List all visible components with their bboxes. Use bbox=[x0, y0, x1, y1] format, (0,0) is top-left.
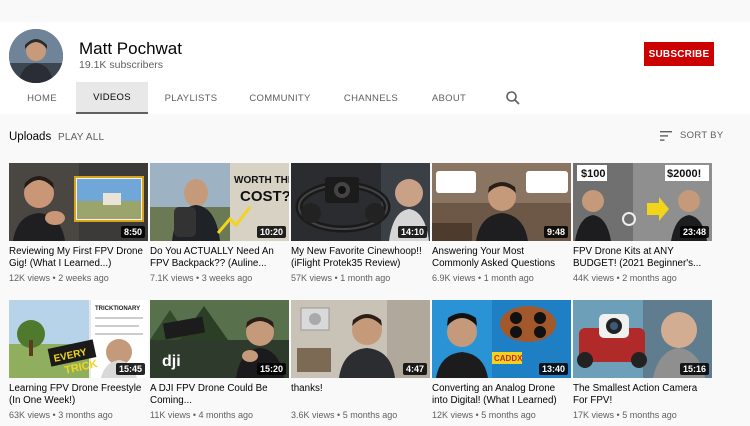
video-meta: 6.9K views • 1 month ago bbox=[432, 273, 534, 283]
video-card[interactable]: CADDX 13:40 Converting an Analog Drone i… bbox=[432, 300, 571, 420]
video-title[interactable]: A DJI FPV Drone Could Be Coming... bbox=[150, 383, 289, 407]
tab-channels[interactable]: CHANNELS bbox=[334, 82, 408, 114]
view-count: 11K views bbox=[150, 410, 191, 420]
video-meta: 11K views • 4 months ago bbox=[150, 410, 254, 420]
video-card[interactable]: 14:10 My New Favorite Cinewhoop!! (iFlig… bbox=[291, 163, 430, 283]
video-meta: 57K views • 1 month ago bbox=[291, 273, 391, 283]
video-title[interactable]: FPV Drone Kits at ANY BUDGET! (2021 Begi… bbox=[573, 246, 712, 270]
thumbnail-overlay-text: WORTH THE bbox=[234, 175, 289, 186]
subscriber-count: 19.1K subscribers bbox=[79, 59, 164, 71]
upload-age: 3 weeks ago bbox=[201, 273, 253, 283]
channel-avatar[interactable] bbox=[9, 29, 63, 83]
video-meta: 12K views • 5 months ago bbox=[432, 410, 536, 420]
video-card[interactable]: 9:48 Answering Your Most Commonly Asked … bbox=[432, 163, 571, 283]
upload-age: 2 weeks ago bbox=[58, 273, 109, 283]
video-card[interactable]: 4:47 thanks! 3.6K views • 5 months ago bbox=[291, 300, 430, 420]
video-meta: 12K views • 2 weeks ago bbox=[9, 273, 109, 283]
view-count: 12K views bbox=[9, 273, 51, 283]
video-duration: 23:48 bbox=[679, 226, 709, 238]
video-meta: 3.6K views • 5 months ago bbox=[291, 410, 398, 420]
thumbnail-overlay-text: $100 bbox=[581, 168, 605, 180]
view-count: 17K views bbox=[573, 410, 615, 420]
video-card[interactable]: 8:50 Reviewing My First FPV Drone Gig! (… bbox=[9, 163, 148, 283]
uploads-bar: Uploads PLAY ALL SORT BY bbox=[0, 126, 750, 148]
video-duration: 9:48 bbox=[543, 226, 568, 238]
thumbnail-overlay-text: COST?? bbox=[240, 188, 289, 205]
sort-by-button[interactable]: SORT BY bbox=[660, 130, 723, 141]
tab-videos[interactable]: VIDEOS bbox=[76, 82, 148, 114]
video-duration: 15:16 bbox=[679, 363, 709, 375]
video-thumbnail[interactable]: 9:48 bbox=[432, 163, 571, 241]
video-meta: 7.1K views • 3 weeks ago bbox=[150, 273, 253, 283]
channel-name: Matt Pochwat bbox=[79, 39, 182, 58]
video-thumbnail[interactable]: CADDX 13:40 bbox=[432, 300, 571, 378]
view-count: 3.6K views bbox=[291, 410, 335, 420]
upload-age: 1 month ago bbox=[340, 273, 391, 283]
thumbnail-overlay-text: CADDX bbox=[494, 354, 523, 363]
upload-age: 3 months ago bbox=[58, 410, 113, 420]
video-thumbnail[interactable]: 4:47 bbox=[291, 300, 430, 378]
channel-header: Matt Pochwat 19.1K subscribers SUBSCRIBE… bbox=[0, 22, 750, 114]
view-count: 57K views bbox=[291, 273, 333, 283]
tab-about[interactable]: ABOUT bbox=[424, 82, 474, 114]
youtube-channel-page: Matt Pochwat 19.1K subscribers SUBSCRIBE… bbox=[0, 0, 750, 426]
thumbnail-overlay-text: TRICKTIONARY bbox=[95, 306, 140, 312]
top-spacer bbox=[0, 0, 750, 22]
video-title[interactable]: My New Favorite Cinewhoop!! (iFlight Pro… bbox=[291, 246, 430, 270]
thumbnail-overlay-text: $2000! bbox=[667, 168, 701, 180]
upload-age: 4 months ago bbox=[198, 410, 254, 420]
thumbnail-overlay-text: dji bbox=[162, 353, 181, 370]
upload-age: 5 months ago bbox=[342, 410, 398, 420]
subscribe-button[interactable]: SUBSCRIBE bbox=[644, 42, 714, 66]
video-meta: 44K views • 2 months ago bbox=[573, 273, 677, 283]
video-title[interactable]: Answering Your Most Commonly Asked Quest… bbox=[432, 246, 571, 270]
video-duration: 13:40 bbox=[538, 363, 568, 375]
video-title[interactable]: Reviewing My First FPV Drone Gig! (What … bbox=[9, 246, 148, 270]
tab-home[interactable]: HOME bbox=[14, 82, 70, 114]
avatar-image bbox=[9, 29, 63, 83]
video-meta: 17K views • 5 months ago bbox=[573, 410, 677, 420]
upload-age: 2 months ago bbox=[622, 273, 677, 283]
tab-playlists[interactable]: PLAYLISTS bbox=[156, 82, 226, 114]
video-duration: 8:50 bbox=[120, 226, 145, 238]
search-icon[interactable] bbox=[505, 90, 521, 106]
video-duration: 4:47 bbox=[402, 363, 427, 375]
video-thumbnail[interactable]: 15:16 bbox=[573, 300, 712, 378]
section-title: Uploads bbox=[9, 131, 52, 143]
upload-age: 5 months ago bbox=[481, 410, 536, 420]
sort-by-label: SORT BY bbox=[680, 130, 724, 141]
channel-tabs: HOME VIDEOS PLAYLISTS COMMUNITY CHANNELS… bbox=[0, 82, 750, 114]
play-all-button[interactable]: PLAY ALL bbox=[58, 132, 104, 143]
video-title[interactable]: Converting an Analog Drone into Digital!… bbox=[432, 383, 571, 407]
video-title[interactable]: thanks! bbox=[291, 383, 430, 407]
video-duration: 15:20 bbox=[256, 363, 286, 375]
video-thumbnail[interactable]: 14:10 bbox=[291, 163, 430, 241]
view-count: 6.9K views bbox=[432, 273, 476, 283]
video-card[interactable]: TRICKTIONARY EVERY TRICK 15:45 Learning … bbox=[9, 300, 148, 420]
video-title[interactable]: Do You ACTUALLY Need An FPV Backpack?? (… bbox=[150, 246, 289, 270]
video-duration: 14:10 bbox=[397, 226, 427, 238]
video-thumbnail[interactable]: 8:50 bbox=[9, 163, 148, 241]
video-card[interactable]: dji 15:20 A DJI FPV Drone Could Be Comin… bbox=[150, 300, 289, 420]
video-duration: 10:20 bbox=[256, 226, 286, 238]
view-count: 44K views bbox=[573, 273, 615, 283]
view-count: 7.1K views bbox=[150, 273, 194, 283]
video-duration: 15:45 bbox=[115, 363, 145, 375]
video-thumbnail[interactable]: dji 15:20 bbox=[150, 300, 289, 378]
view-count: 63K views bbox=[9, 410, 51, 420]
view-count: 12K views bbox=[432, 410, 474, 420]
video-meta: 63K views • 3 months ago bbox=[9, 410, 113, 420]
upload-age: 5 months ago bbox=[622, 410, 677, 420]
video-thumbnail[interactable]: $100 $2000! 23:48 bbox=[573, 163, 712, 241]
tab-community[interactable]: COMMUNITY bbox=[240, 82, 320, 114]
video-card[interactable]: $100 $2000! 23:48 FPV Drone Kits at ANY … bbox=[573, 163, 712, 283]
video-thumbnail[interactable]: TRICKTIONARY EVERY TRICK 15:45 bbox=[9, 300, 148, 378]
video-title[interactable]: Learning FPV Drone Freestyle (In One Wee… bbox=[9, 383, 148, 407]
video-thumbnail[interactable]: WORTH THE COST?? 10:20 bbox=[150, 163, 289, 241]
video-title[interactable]: The Smallest Action Camera For FPV! bbox=[573, 383, 712, 407]
video-card[interactable]: WORTH THE COST?? 10:20 Do You ACTUALLY N… bbox=[150, 163, 289, 283]
upload-age: 1 month ago bbox=[483, 273, 534, 283]
video-card[interactable]: 15:16 The Smallest Action Camera For FPV… bbox=[573, 300, 712, 420]
sort-icon bbox=[660, 130, 672, 141]
